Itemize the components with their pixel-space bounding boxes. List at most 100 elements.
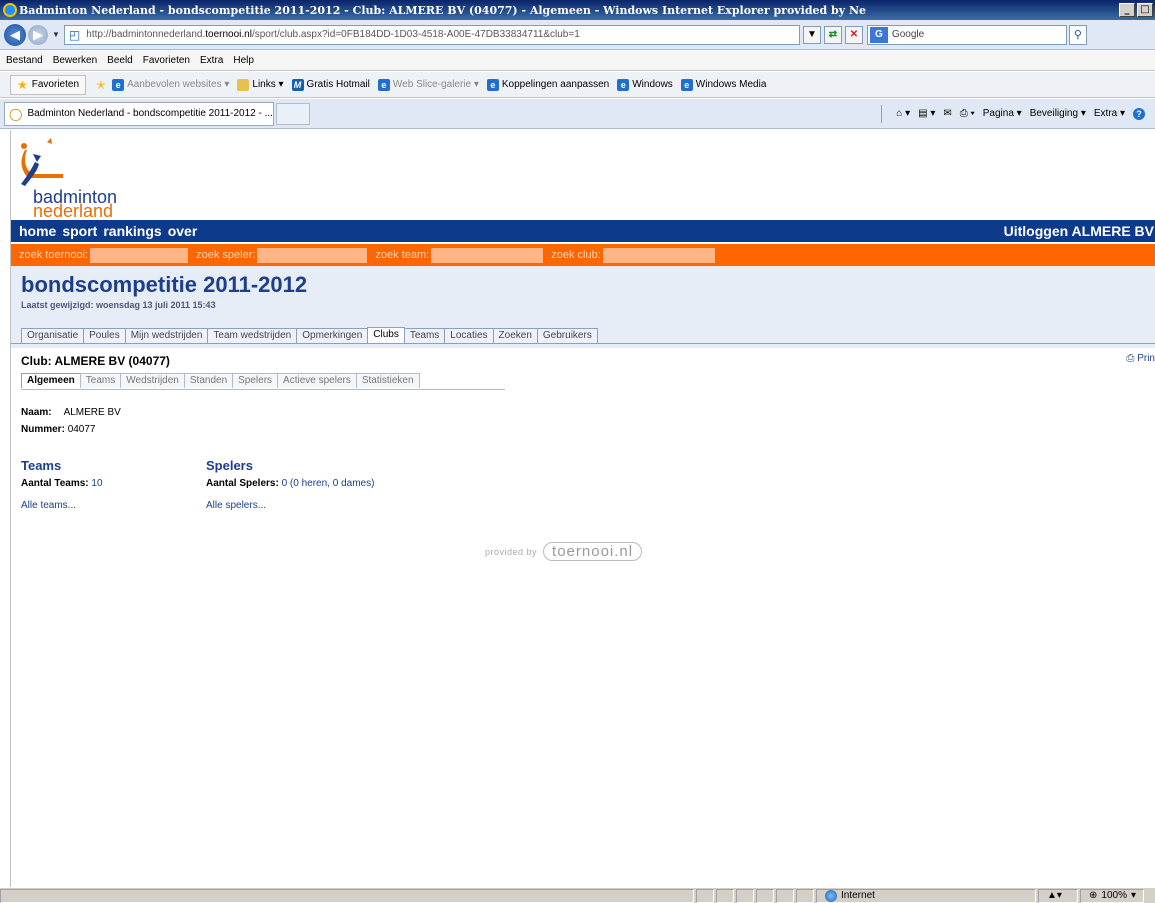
tab-teams[interactable]: Teams bbox=[403, 328, 446, 343]
fav-item-web-slice[interactable]: e Web Slice-galerie ▾ bbox=[377, 78, 479, 91]
refresh-button[interactable]: ⇄ bbox=[823, 25, 842, 44]
maximize-button[interactable]: □ bbox=[1137, 3, 1153, 17]
protected-mode-button[interactable]: ▲▾ bbox=[1038, 888, 1078, 903]
security-zone[interactable]: Internet bbox=[816, 888, 1036, 903]
nummer-label: Nummer: bbox=[21, 424, 65, 435]
site-logo[interactable]: badminton nederland bbox=[19, 136, 159, 220]
browser-tab-bar: ◯ Badminton Nederland - bondscompetitie … bbox=[0, 99, 1155, 129]
back-button[interactable]: ◀ bbox=[4, 23, 26, 46]
browser-tab[interactable]: ◯ Badminton Nederland - bondscompetitie … bbox=[4, 101, 274, 126]
subtab-spelers[interactable]: Spelers bbox=[232, 373, 279, 388]
ie-icon: e bbox=[486, 78, 499, 91]
subtab-standen[interactable]: Standen bbox=[183, 373, 234, 388]
address-dropdown-button[interactable]: ▼ bbox=[802, 25, 821, 44]
tab-team-wedstrijden[interactable]: Team wedstrijden bbox=[207, 328, 298, 343]
address-input[interactable]: ◰ http://badmintonnederland. toernooi.nl /… bbox=[63, 24, 800, 45]
fav-item-windows-media[interactable]: e Windows Media bbox=[680, 78, 767, 91]
teams-count-label: Aantal Teams: bbox=[21, 478, 89, 489]
search-club-input[interactable] bbox=[602, 247, 715, 263]
nav-sport[interactable]: sport bbox=[62, 223, 97, 239]
subtab-teams[interactable]: Teams bbox=[79, 373, 122, 388]
search-club-label: zoek club: bbox=[551, 249, 601, 261]
window-titlebar: Badminton Nederland - bondscompetitie 20… bbox=[0, 0, 1155, 20]
feeds-button[interactable]: ▤ ▾ bbox=[918, 108, 935, 119]
search-club: zoek club: bbox=[551, 247, 715, 263]
help-icon[interactable]: ? bbox=[1133, 107, 1145, 120]
all-players-link[interactable]: Alle spelers... bbox=[206, 498, 374, 514]
menu-extra[interactable]: Extra bbox=[200, 55, 223, 66]
menu-bestand[interactable]: Bestand bbox=[6, 55, 43, 66]
subtab-wedstrijden[interactable]: Wedstrijden bbox=[120, 373, 185, 388]
subtab-statistieken[interactable]: Statistieken bbox=[355, 373, 420, 388]
search-player-input[interactable] bbox=[257, 247, 368, 263]
status-panel bbox=[776, 888, 794, 903]
menu-beeld[interactable]: Beeld bbox=[107, 55, 133, 66]
nav-rankings[interactable]: rankings bbox=[103, 223, 161, 239]
menu-help[interactable]: Help bbox=[233, 55, 254, 66]
fav-item-aanbevolen[interactable]: e Aanbevolen websites ▾ bbox=[112, 78, 230, 91]
google-icon: G bbox=[869, 26, 888, 43]
ie-icon: e bbox=[680, 78, 693, 91]
status-panel bbox=[796, 888, 814, 903]
provided-by[interactable]: provided by toernooi.nl bbox=[485, 542, 643, 561]
home-button[interactable]: ⌂ ▾ bbox=[896, 108, 910, 119]
tab-mijn-wedstrijden[interactable]: Mijn wedstrijden bbox=[124, 328, 209, 343]
badminton-player-icon bbox=[21, 138, 63, 186]
fav-label: Aanbevolen websites ▾ bbox=[127, 79, 230, 90]
tab-zoeken[interactable]: Zoeken bbox=[492, 328, 538, 343]
menu-favorieten[interactable]: Favorieten bbox=[143, 55, 190, 66]
tab-clubs[interactable]: Clubs bbox=[367, 327, 405, 343]
tab-opmerkingen[interactable]: Opmerkingen bbox=[296, 328, 369, 343]
fav-item-windows[interactable]: e Windows bbox=[617, 78, 673, 91]
forward-button[interactable]: ▶ bbox=[28, 24, 48, 45]
search-team-label: zoek team: bbox=[375, 249, 430, 261]
search-go-button[interactable]: ⚲ bbox=[1068, 24, 1087, 45]
site-nav: home sport rankings over Uitloggen ALMER… bbox=[11, 220, 1155, 242]
fav-item-links[interactable]: Links ▾ bbox=[237, 78, 284, 91]
search-engine-name: Google bbox=[891, 29, 925, 40]
logout-link[interactable]: Uitloggen ALMERE BV bbox=[1004, 223, 1155, 239]
page-viewport: badminton nederland home sport rankings … bbox=[10, 130, 1155, 887]
nav-over[interactable]: over bbox=[168, 223, 198, 239]
spelers-count-link[interactable]: 0 (0 heren, 0 dames) bbox=[282, 478, 375, 489]
subtab-algemeen[interactable]: Algemeen bbox=[21, 373, 81, 388]
toernooi-logo: toernooi.nl bbox=[543, 542, 643, 561]
tab-poules[interactable]: Poules bbox=[83, 328, 126, 343]
add-favorite-icon[interactable]: ✭ bbox=[96, 78, 106, 92]
tools-menu[interactable]: Extra ▾ bbox=[1094, 108, 1125, 119]
search-tournament-input[interactable] bbox=[90, 247, 189, 263]
all-teams-link[interactable]: Alle teams... bbox=[21, 498, 103, 514]
fav-label: Windows Media bbox=[695, 79, 767, 90]
status-bar: Internet ▲▾ ⊕ 100% ▾ bbox=[0, 887, 1155, 903]
nummer-value: 04077 bbox=[67, 424, 96, 435]
tab-locaties[interactable]: Locaties bbox=[444, 328, 494, 343]
spelers-heading: Spelers bbox=[206, 458, 253, 473]
stop-button[interactable]: ✕ bbox=[844, 25, 863, 44]
mail-button[interactable]: ✉ bbox=[943, 108, 951, 119]
print-link[interactable]: ⎙ Prin bbox=[1126, 353, 1155, 364]
main-tabs: Organisatie Poules Mijn wedstrijden Team… bbox=[21, 327, 598, 343]
teams-count-link[interactable]: 10 bbox=[91, 478, 102, 489]
search-team-input[interactable] bbox=[431, 247, 544, 263]
favorites-button[interactable]: ★ Favorieten bbox=[10, 74, 87, 95]
fav-item-koppelingen[interactable]: e Koppelingen aanpassen bbox=[486, 78, 609, 91]
fav-item-hotmail[interactable]: M Gratis Hotmail bbox=[291, 78, 370, 91]
safety-menu[interactable]: Beveiliging ▾ bbox=[1030, 108, 1086, 119]
zoom-button[interactable]: ⊕ 100% ▾ bbox=[1080, 888, 1144, 903]
naam-label: Naam: bbox=[21, 407, 52, 418]
tab-organisatie[interactable]: Organisatie bbox=[21, 328, 85, 343]
subtab-actieve-spelers[interactable]: Actieve spelers bbox=[277, 373, 357, 388]
print-menu-button[interactable]: ⎙ ▾ bbox=[960, 108, 975, 119]
search-input[interactable]: G Google bbox=[866, 24, 1067, 45]
new-tab-button[interactable] bbox=[276, 102, 310, 125]
minimize-button[interactable]: _ bbox=[1119, 3, 1135, 17]
status-panel bbox=[736, 888, 754, 903]
history-dropdown-icon[interactable]: ▼ bbox=[52, 30, 60, 39]
menu-bewerken[interactable]: Bewerken bbox=[53, 55, 97, 66]
tab-gebruikers[interactable]: Gebruikers bbox=[536, 328, 598, 343]
spelers-section: Spelers Aantal Spelers: 0 (0 heren, 0 da… bbox=[206, 458, 374, 514]
status-panel bbox=[696, 888, 714, 903]
nav-home[interactable]: home bbox=[19, 223, 56, 239]
teams-section: Teams Aantal Teams: 10 Alle teams... bbox=[21, 458, 103, 514]
page-menu[interactable]: Pagina ▾ bbox=[983, 108, 1022, 119]
